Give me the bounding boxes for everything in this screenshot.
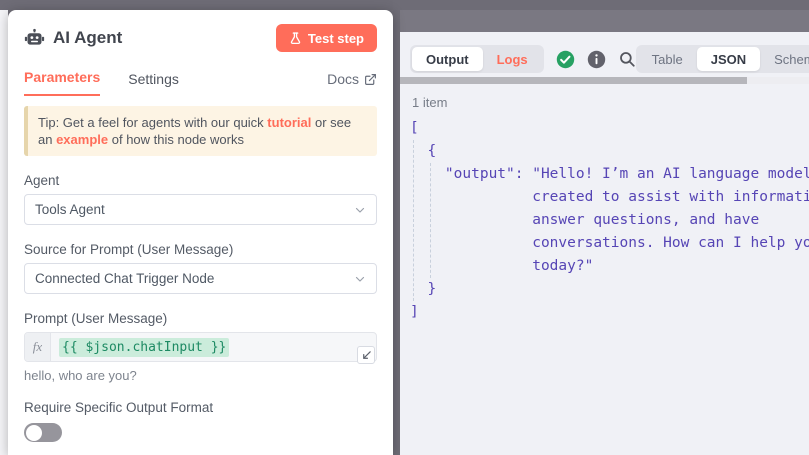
agent-select[interactable]: Tools Agent [24,194,377,225]
tab-json[interactable]: JSON [697,47,760,71]
prompt-label: Prompt (User Message) [24,311,377,326]
chevron-down-icon [354,273,366,285]
expression-value[interactable]: {{ $json.chatInput }} [59,338,229,357]
panel-gap [393,0,400,455]
fx-badge: fx [25,333,51,361]
node-settings-card: AI Agent Test step Parameters Settings D… [8,10,393,455]
external-link-icon [364,73,377,86]
json-output-text[interactable]: [ { "output": "Hello! I’m an AI language… [410,117,809,324]
tab-settings[interactable]: Settings [128,71,179,96]
test-step-button[interactable]: Test step [276,24,377,52]
source-label: Source for Prompt (User Message) [24,242,377,257]
toggle-knob [26,425,42,441]
canvas-top-band [0,0,809,10]
tab-logs[interactable]: Logs [483,47,542,71]
expression-input[interactable]: fx {{ $json.chatInput }} [24,332,377,362]
items-count: 1 item [412,95,809,110]
info-icon[interactable] [587,50,606,69]
agent-field-group: Agent Tools Agent [24,173,377,225]
left-panel-edge [0,10,8,455]
indent-guide [430,163,431,278]
search-icon[interactable] [618,50,636,68]
output-panel: Output Logs Table JSON Schema [400,32,809,455]
expand-expression-button[interactable] [357,346,375,364]
chevron-down-icon [354,204,366,216]
output-logs-tabs: Output Logs [410,45,544,73]
prompt-field-group: Prompt (User Message) fx {{ $json.chatIn… [24,311,377,383]
docs-link[interactable]: Docs [327,71,377,96]
indent-guide [413,140,414,301]
agent-label: Agent [24,173,377,188]
source-field-group: Source for Prompt (User Message) Connect… [24,242,377,294]
expression-preview: hello, who are you? [24,368,377,383]
node-header: AI Agent Test step Parameters Settings D… [8,10,393,96]
tip-callout: Tip: Get a feel for agents with our quic… [24,106,377,156]
tab-parameters[interactable]: Parameters [24,69,100,96]
output-format-label: Require Specific Output Format [24,400,377,415]
success-check-icon [556,50,575,69]
source-select[interactable]: Connected Chat Trigger Node [24,263,377,294]
json-output-view: [ { "output": "Hello! I’m an AI language… [400,117,809,324]
example-link[interactable]: example [56,132,108,147]
view-mode-tabs: Table JSON Schema [636,45,809,73]
canvas-right-band [400,10,809,32]
node-title: AI Agent [53,28,276,48]
tab-output[interactable]: Output [412,47,483,71]
output-format-group: Require Specific Output Format [24,400,377,442]
scrollbar-thumb[interactable] [400,77,747,84]
horizontal-scrollbar[interactable] [400,77,809,84]
tab-schema[interactable]: Schema [760,47,809,71]
node-tabs: Parameters Settings Docs [24,66,377,96]
output-panel-header: Output Logs Table JSON Schema [400,32,809,73]
output-format-toggle[interactable] [24,423,62,442]
tab-table[interactable]: Table [638,47,697,71]
flask-icon [289,32,302,45]
tutorial-link[interactable]: tutorial [267,115,311,130]
robot-icon [24,28,45,49]
